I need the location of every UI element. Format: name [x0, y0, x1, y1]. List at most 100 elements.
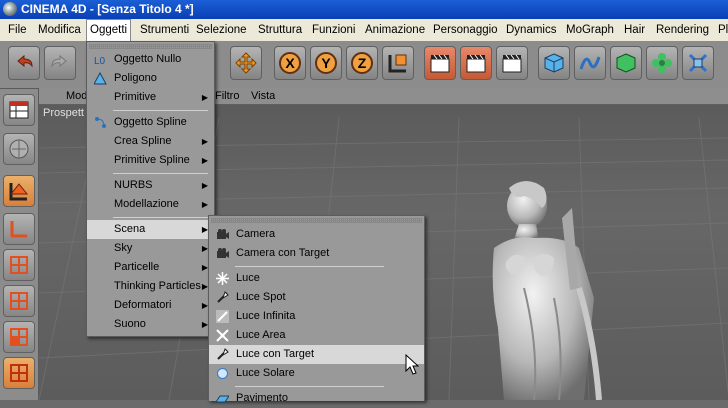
edges-grid-icon: [10, 292, 28, 310]
menu-item-suono[interactable]: Suono ▶: [87, 315, 214, 334]
redo-icon: [51, 54, 67, 68]
menu-item-modellazione[interactable]: Modellazione ▶: [87, 195, 214, 214]
y-axis-button[interactable]: Y: [310, 46, 342, 80]
light-icon: [216, 272, 229, 285]
move-tool-button[interactable]: [230, 46, 262, 80]
cube-primitive-button[interactable]: [538, 46, 570, 80]
menu-item-luce-infinita[interactable]: Luce Infinita: [209, 307, 424, 326]
menu-item-pavimento[interactable]: Pavimento: [209, 389, 424, 408]
submenu-arrow-icon: ▶: [201, 200, 208, 209]
scena-submenu: Camera Camera con Target Luce Luce Spot …: [208, 215, 425, 404]
menu-item-deformatori[interactable]: Deformatori ▶: [87, 296, 214, 315]
menu-item-luce-area[interactable]: Luce Area: [209, 326, 424, 345]
uv-grid-icon: [10, 364, 28, 382]
menu-oggetti[interactable]: Oggetti: [86, 19, 132, 41]
model-axis-icon: [9, 183, 29, 201]
edges-mode-button[interactable]: [3, 285, 35, 317]
menu-item-thinking-particles[interactable]: Thinking Particles ▶: [87, 277, 214, 296]
menu-modifica[interactable]: Modifica: [38, 19, 81, 41]
menu-item-luce-solare[interactable]: Luce Solare: [209, 364, 424, 383]
uv-mode-button[interactable]: [3, 357, 35, 389]
svg-text:Z: Z: [358, 55, 367, 71]
menu-strumenti[interactable]: Strumenti: [140, 19, 189, 41]
left-toolbar: [0, 89, 39, 400]
menu-separator: [235, 386, 384, 387]
mouse-cursor-icon: [405, 354, 419, 375]
layout-button[interactable]: [3, 94, 35, 126]
points-mode-button[interactable]: [3, 249, 35, 281]
menu-item-sky[interactable]: Sky ▶: [87, 239, 214, 258]
menu-overflow[interactable]: Pl: [718, 19, 728, 41]
menu-hair[interactable]: Hair: [624, 19, 645, 41]
nurbs-button[interactable]: [610, 46, 642, 80]
menu-funzioni[interactable]: Funzioni: [312, 19, 355, 41]
clapperboard-icon: [502, 54, 522, 73]
menu-item-camera-con-target[interactable]: Camera con Target: [209, 244, 424, 263]
spline-button[interactable]: [574, 46, 606, 80]
menu-item-poligono[interactable]: Poligono: [87, 69, 214, 88]
menu-item-luce-con-target[interactable]: Luce con Target: [209, 345, 424, 364]
menu-item-crea-spline[interactable]: Crea Spline ▶: [87, 132, 214, 151]
menu-item-oggetto-nullo[interactable]: L0 Oggetto Nullo: [87, 50, 214, 69]
deformer-icon: [688, 53, 708, 73]
infinite-light-icon: [216, 310, 229, 323]
layout-icon: [9, 101, 29, 119]
polygons-mode-button[interactable]: [3, 321, 35, 353]
menu-grip[interactable]: [211, 218, 422, 223]
menu-item-primitive-spline[interactable]: Primitive Spline ▶: [87, 151, 214, 170]
oggetti-dropdown-menu: L0 Oggetto Nullo Poligono Primitive ▶ Og…: [86, 41, 215, 337]
menu-bar: File Modifica Oggetti Strumenti Selezion…: [0, 19, 728, 41]
menu-item-particelle[interactable]: Particelle ▶: [87, 258, 214, 277]
menu-dynamics[interactable]: Dynamics: [506, 19, 556, 41]
menu-struttura[interactable]: Struttura: [258, 19, 302, 41]
menu-rendering[interactable]: Rendering: [656, 19, 709, 41]
object-axis-button[interactable]: [3, 213, 35, 245]
x-axis-icon: X: [279, 52, 301, 74]
menu-item-luce[interactable]: Luce: [209, 269, 424, 288]
menu-item-scena[interactable]: Scena ▶: [87, 220, 214, 239]
coordinate-system-button[interactable]: [382, 46, 414, 80]
svg-text:Y: Y: [321, 55, 331, 71]
points-grid-icon: [10, 256, 28, 274]
menu-personaggio[interactable]: Personaggio: [433, 19, 498, 41]
menu-item-luce-spot[interactable]: Luce Spot: [209, 288, 424, 307]
viewport-menu-filtro[interactable]: Filtro: [215, 88, 239, 104]
title-bar: CINEMA 4D - [Senza Titolo 4 *]: [0, 0, 728, 19]
viewport-label: Prospett: [43, 107, 84, 119]
z-axis-button[interactable]: Z: [346, 46, 378, 80]
spline-object-icon: [95, 117, 106, 128]
viewport-menu-mod[interactable]: Mod: [66, 88, 87, 104]
svg-text:X: X: [285, 55, 295, 71]
clapperboard-icon: [466, 54, 486, 73]
coordinate-system-icon: [388, 54, 407, 73]
x-axis-button[interactable]: X: [274, 46, 306, 80]
move-icon: [235, 52, 257, 74]
y-axis-icon: Y: [315, 52, 337, 74]
editable-object-button[interactable]: [3, 133, 35, 165]
cinema4d-logo-icon: [3, 2, 17, 16]
menu-selezione[interactable]: Selezione: [196, 19, 247, 41]
array-button[interactable]: [646, 46, 678, 80]
menu-item-oggetto-spline[interactable]: Oggetto Spline: [87, 113, 214, 132]
redo-button[interactable]: [44, 46, 76, 80]
menu-mograph[interactable]: MoGraph: [566, 19, 614, 41]
undo-button[interactable]: [8, 46, 40, 80]
menu-grip[interactable]: [89, 44, 212, 49]
viewport-menu-vista[interactable]: Vista: [251, 88, 275, 104]
menu-separator: [113, 110, 208, 111]
z-axis-icon: Z: [351, 52, 373, 74]
menu-item-nurbs[interactable]: NURBS ▶: [87, 176, 214, 195]
menu-animazione[interactable]: Animazione: [365, 19, 425, 41]
menu-item-camera[interactable]: Camera: [209, 225, 424, 244]
model-tool-button[interactable]: [3, 175, 35, 207]
deformer-button[interactable]: [682, 46, 714, 80]
render-settings-button[interactable]: [496, 46, 528, 80]
menu-file[interactable]: File: [8, 19, 27, 41]
clapperboard-icon: [430, 54, 450, 73]
render-view-button[interactable]: [424, 46, 456, 80]
menu-item-primitive[interactable]: Primitive ▶: [87, 88, 214, 107]
window-title: CINEMA 4D - [Senza Titolo 4 *]: [21, 2, 194, 16]
submenu-arrow-icon: ▶: [201, 181, 208, 190]
render-picture-viewer-button[interactable]: [460, 46, 492, 80]
target-light-icon: [217, 348, 229, 360]
